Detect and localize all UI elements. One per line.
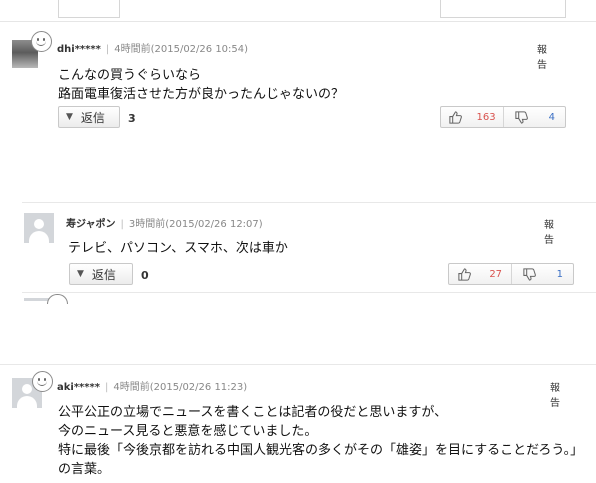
previous-comment-fragment xyxy=(0,0,596,22)
comment-body: こんなの買うぐらいなら 路面電車復活させた方が良かったんじゃないの？ xyxy=(58,66,344,104)
comment-line: 今のニュース見ると悪意を感じていました。 xyxy=(58,424,318,439)
good-count: 27 xyxy=(489,268,503,280)
reply-button[interactable]: ▼ 返信 xyxy=(69,263,133,285)
reply-button[interactable]: ▼ 返信 xyxy=(58,106,120,128)
thumbs-down-icon xyxy=(522,267,536,281)
comment-line: 特に最後「今後京都を訪れる中国人観光客の多くがその「雄姿」を目にすることだろう。… xyxy=(58,443,584,458)
comment-meta: dhi***** | 4時間前(2015/02/26 10:54) xyxy=(57,44,249,55)
comment-line: の言葉。 xyxy=(58,462,111,477)
comment-body: テレビ、パソコン、スマホ、次は車か xyxy=(68,239,288,258)
reply-count: 3 xyxy=(128,112,136,125)
username[interactable]: 寿ジャポン xyxy=(66,219,116,230)
smile-icon[interactable] xyxy=(31,31,52,52)
comment-meta: 寿ジャポン | 3時間前(2015/02/26 12:07) xyxy=(66,219,263,230)
previous-vote-buttons[interactable] xyxy=(440,0,566,18)
triangle-down-icon: ▼ xyxy=(66,112,73,122)
comment-body: 公平公正の立場でニュースを書くことは記者の役だと思いますが、 今のニュース見ると… xyxy=(58,403,583,479)
good-count: 163 xyxy=(476,111,496,123)
comment-line: こんなの買うぐらいなら xyxy=(58,68,202,83)
comment-line: 路面電車復活させた方が良かったんじゃないの？ xyxy=(58,87,345,102)
divider xyxy=(22,202,596,203)
bad-button[interactable]: 1 xyxy=(510,264,574,284)
username[interactable]: aki***** xyxy=(57,382,100,393)
triangle-down-icon: ▼ xyxy=(77,269,84,279)
thumbs-up-icon xyxy=(449,110,462,124)
comment-line: 公平公正の立場でニュースを書くことは記者の役だと思いますが、 xyxy=(58,405,448,420)
vote-buttons: 163 4 xyxy=(440,106,566,128)
reply-count: 0 xyxy=(141,269,149,282)
timestamp: 4時間前(2015/02/26 10:54) xyxy=(114,44,249,55)
reply-label: 返信 xyxy=(91,267,116,282)
report-link[interactable]: 報告 xyxy=(537,41,547,71)
vote-buttons: 27 1 xyxy=(448,263,574,285)
comment-line: テレビ、パソコン、スマホ、次は車か xyxy=(68,241,288,256)
thumbs-down-icon xyxy=(514,110,528,124)
bad-count: 4 xyxy=(548,111,555,123)
thumbs-up-icon xyxy=(458,267,472,281)
good-button[interactable]: 27 xyxy=(449,264,511,284)
comment-meta: aki***** | 4時間前(2015/02/26 11:23) xyxy=(57,382,248,393)
username[interactable]: dhi***** xyxy=(57,44,101,55)
divider xyxy=(0,364,596,365)
smile-icon[interactable] xyxy=(32,371,53,392)
bad-count: 1 xyxy=(556,268,563,280)
smile-icon xyxy=(47,294,68,304)
reply-label: 返信 xyxy=(80,110,105,125)
previous-reply-button[interactable] xyxy=(58,0,120,18)
timestamp: 3時間前(2015/02/26 12:07) xyxy=(128,219,263,230)
avatar[interactable] xyxy=(24,213,54,243)
timestamp: 4時間前(2015/02/26 11:23) xyxy=(113,382,248,393)
bad-button[interactable]: 4 xyxy=(502,107,566,127)
divider xyxy=(22,292,596,293)
good-button[interactable]: 163 xyxy=(441,107,503,127)
report-link[interactable]: 報告 xyxy=(544,216,554,246)
